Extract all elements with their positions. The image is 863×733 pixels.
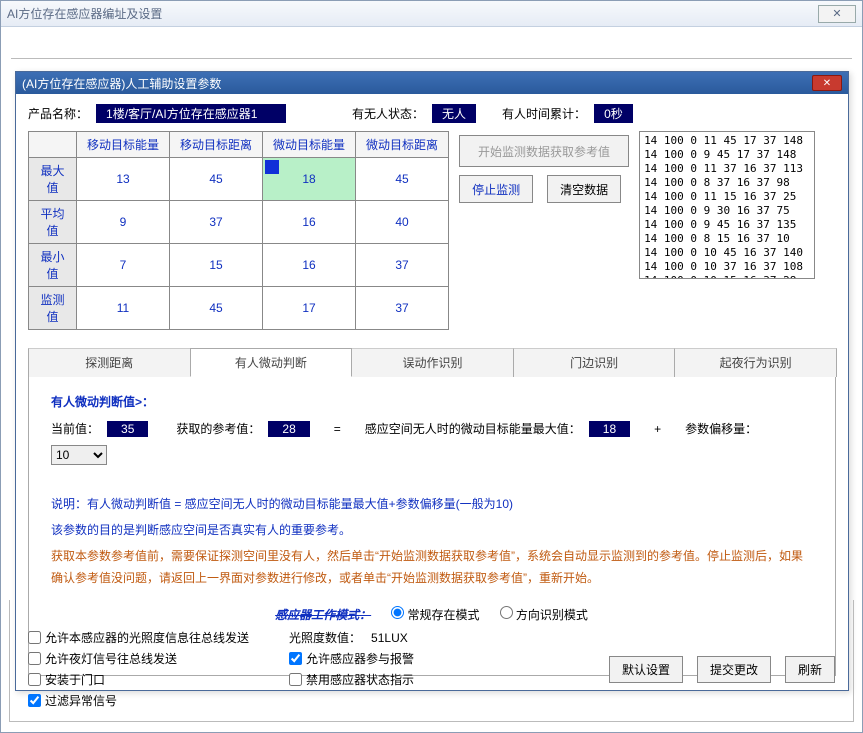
bottom-panel: 感应器工作模式： 常规存在模式 方向识别模式 允许本感应器的光照度信息往总线发送… <box>9 600 854 722</box>
mode-direction-radio[interactable]: 方向识别模式 <box>500 606 588 623</box>
default-settings-button[interactable]: 默认设置 <box>609 656 683 683</box>
chk-installed-at-door[interactable]: 安装于门口 <box>28 671 249 688</box>
outer-tabs-placeholder <box>11 41 852 59</box>
inner-titlebar: (AI方位存在感应器)人工辅助设置参数 ✕ <box>16 72 848 94</box>
table-row: 平均值 9 37 16 40 <box>29 201 449 244</box>
chk-allow-alarm[interactable]: 允许感应器参与报警 <box>289 650 414 667</box>
product-label: 产品名称： <box>28 105 88 122</box>
cell: 16 <box>263 244 356 287</box>
tab-micro-motion[interactable]: 有人微动判断 <box>190 348 353 377</box>
explain-line-3: 获取本参数参考值前，需要保证探测空间里没有人，然后单击“开始监测数据获取参考值”… <box>51 545 813 589</box>
cell: 37 <box>356 287 449 330</box>
tab-door-side[interactable]: 门边识别 <box>513 348 676 377</box>
lux-value: 51LUX <box>371 631 408 645</box>
chk-nightlight-to-bus[interactable]: 允许夜灯信号往总线发送 <box>28 650 249 667</box>
mode-label: 感应器工作模式： <box>275 606 371 623</box>
stop-monitor-button[interactable]: 停止监测 <box>459 175 533 203</box>
inner-close-button[interactable]: ✕ <box>812 75 842 91</box>
outer-window: AI方位存在感应器编址及设置 ✕ (AI方位存在感应器)人工辅助设置参数 ✕ 产… <box>0 0 863 733</box>
offset-select[interactable]: 10 <box>51 445 107 465</box>
lux-label: 光照度数值： <box>289 631 361 645</box>
presence-label: 有无人状态： <box>352 105 424 122</box>
outer-body: (AI方位存在感应器)人工辅助设置参数 ✕ 产品名称： 1楼/客厅/AI方位存在… <box>1 27 862 732</box>
mode-normal-radio[interactable]: 常规存在模式 <box>391 606 479 623</box>
clear-data-button[interactable]: 清空数据 <box>547 175 621 203</box>
current-label: 当前值： <box>51 420 99 437</box>
start-monitor-button[interactable]: 开始监测数据获取参考值 <box>459 135 629 167</box>
chk-filter-abnormal[interactable]: 过滤异常信号 <box>28 692 249 709</box>
plus-sign: + <box>654 422 661 436</box>
tab-false-action[interactable]: 误动作识别 <box>351 348 514 377</box>
explain-line-2: 该参数的目的是判断感应空间是否真实有人的重要参考。 <box>51 519 813 541</box>
tab-detect-distance[interactable]: 探测距离 <box>28 348 191 377</box>
chk-disable-status-led[interactable]: 禁用感应器状态指示 <box>289 671 414 688</box>
info-row: 产品名称： 1楼/客厅/AI方位存在感应器1 有无人状态： 无人 有人时间累计：… <box>28 104 836 123</box>
outer-titlebar: AI方位存在感应器编址及设置 ✕ <box>1 1 862 27</box>
explanation-block: 说明：有人微动判断值 = 感应空间无人时的微动目标能量最大值+参数偏移量(一般为… <box>51 493 813 589</box>
cell: 9 <box>77 201 170 244</box>
space-max-value: 18 <box>589 421 630 437</box>
table-header-row: 移动目标能量 移动目标距离 微动目标能量 微动目标距离 <box>29 132 449 158</box>
table-row: 最小值 7 15 16 37 <box>29 244 449 287</box>
log-output[interactable]: 14 100 0 11 45 17 37 148 14 100 0 9 45 1… <box>639 131 815 279</box>
chk-lux-to-bus[interactable]: 允许本感应器的光照度信息往总线发送 <box>28 629 249 646</box>
tab-night-behavior[interactable]: 起夜行为识别 <box>674 348 837 377</box>
mode-row: 感应器工作模式： 常规存在模式 方向识别模式 <box>28 606 835 623</box>
cell-highlight: 18 <box>263 158 356 201</box>
cell: 16 <box>263 201 356 244</box>
panel-heading: 有人微动判断值>： <box>51 393 813 410</box>
table-row: 最大值 13 45 18 45 <box>29 158 449 201</box>
cell: 17 <box>263 287 356 330</box>
explain-line-1: 说明：有人微动判断值 = 感应空间无人时的微动目标能量最大值+参数偏移量(一般为… <box>51 493 813 515</box>
reference-value: 28 <box>268 421 309 437</box>
bottom-button-row: 默认设置 提交更改 刷新 <box>609 656 835 683</box>
duration-label: 有人时间累计： <box>502 105 586 122</box>
row-label: 监测值 <box>29 287 77 330</box>
metrics-table: 移动目标能量 移动目标距离 微动目标能量 微动目标距离 最大值 13 45 18… <box>28 131 449 330</box>
table-header <box>29 132 77 158</box>
table-header: 微动目标距离 <box>356 132 449 158</box>
product-value: 1楼/客厅/AI方位存在感应器1 <box>96 104 286 123</box>
inner-title: (AI方位存在感应器)人工辅助设置参数 <box>22 75 221 92</box>
checkbox-col-2: 光照度数值： 51LUX 允许感应器参与报警 禁用感应器状态指示 <box>289 629 414 688</box>
cell: 45 <box>170 158 263 201</box>
table-row: 监测值 11 45 17 37 <box>29 287 449 330</box>
row-label: 最大值 <box>29 158 77 201</box>
checkbox-col-1: 允许本感应器的光照度信息往总线发送 允许夜灯信号往总线发送 安装于门口 过滤异常… <box>28 629 249 709</box>
tab-strip: 探测距离 有人微动判断 误动作识别 门边识别 起夜行为识别 <box>28 348 836 377</box>
refresh-button[interactable]: 刷新 <box>785 656 835 683</box>
offset-label: 参数偏移量： <box>685 420 757 437</box>
cell: 45 <box>356 158 449 201</box>
row-label: 最小值 <box>29 244 77 287</box>
equals-sign: = <box>334 422 341 436</box>
table-header: 微动目标能量 <box>263 132 356 158</box>
table-header: 移动目标能量 <box>77 132 170 158</box>
close-icon: ✕ <box>823 78 831 89</box>
inner-dialog: (AI方位存在感应器)人工辅助设置参数 ✕ 产品名称： 1楼/客厅/AI方位存在… <box>15 71 849 691</box>
cell: 40 <box>356 201 449 244</box>
cell: 11 <box>77 287 170 330</box>
duration-value: 0秒 <box>594 104 633 123</box>
mid-row: 移动目标能量 移动目标距离 微动目标能量 微动目标距离 最大值 13 45 18… <box>28 131 836 330</box>
cell: 15 <box>170 244 263 287</box>
param-row: 当前值： 35 获取的参考值： 28 = 感应空间无人时的微动目标能量最大值： … <box>51 420 813 465</box>
cell: 45 <box>170 287 263 330</box>
outer-title: AI方位存在感应器编址及设置 <box>7 5 162 22</box>
table-header: 移动目标距离 <box>170 132 263 158</box>
reference-label: 获取的参考值： <box>176 420 260 437</box>
row-label: 平均值 <box>29 201 77 244</box>
cell: 37 <box>170 201 263 244</box>
close-icon: ✕ <box>832 7 841 20</box>
bottom-flex: 允许本感应器的光照度信息往总线发送 允许夜灯信号往总线发送 安装于门口 过滤异常… <box>28 629 835 709</box>
outer-close-button[interactable]: ✕ <box>818 5 856 23</box>
submit-changes-button[interactable]: 提交更改 <box>697 656 771 683</box>
presence-value: 无人 <box>432 104 476 123</box>
space-max-label: 感应空间无人时的微动目标能量最大值： <box>365 420 581 437</box>
control-column: 开始监测数据获取参考值 停止监测 清空数据 <box>459 131 629 203</box>
cell: 7 <box>77 244 170 287</box>
cell: 13 <box>77 158 170 201</box>
lux-row: 光照度数值： 51LUX <box>289 629 414 646</box>
current-value: 35 <box>107 421 148 437</box>
cell: 37 <box>356 244 449 287</box>
